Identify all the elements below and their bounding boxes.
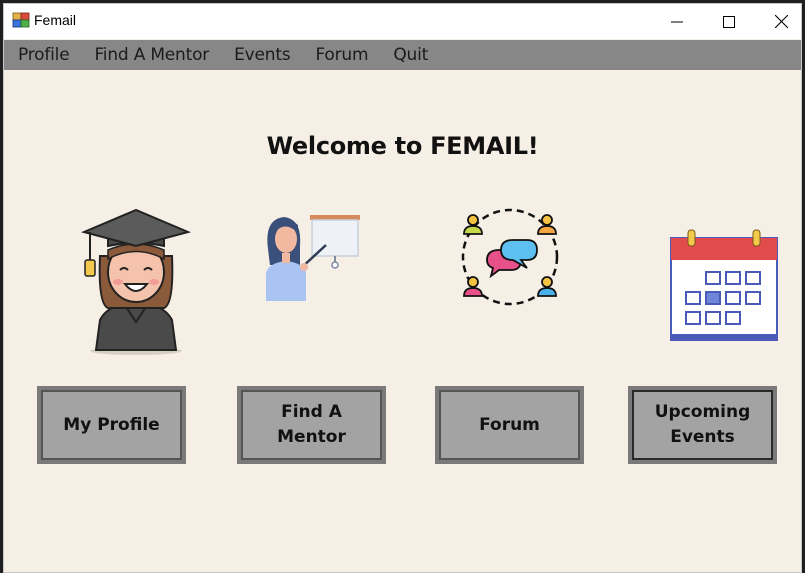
upcoming-events-label: Upcoming Events — [632, 390, 773, 460]
menu-item-profile[interactable]: Profile — [18, 45, 70, 65]
maximize-icon — [723, 15, 735, 28]
find-a-mentor-button[interactable]: Find A Mentor — [237, 386, 386, 464]
title-bar[interactable]: Femail — [4, 4, 801, 39]
menu-bar: Profile Find A Mentor Events Forum Quit — [4, 40, 801, 70]
calendar-icon — [670, 229, 778, 341]
minimize-icon — [671, 21, 683, 22]
app-window: Femail Profile Find A Mentor Events Foru… — [3, 3, 802, 573]
forum-label: Forum — [439, 390, 580, 460]
close-icon — [774, 15, 788, 28]
window-title: Femail — [34, 12, 77, 28]
graduate-icon — [80, 208, 192, 355]
upcoming-events-button[interactable]: Upcoming Events — [628, 386, 777, 464]
menu-item-quit[interactable]: Quit — [393, 45, 428, 65]
menu-item-find-a-mentor[interactable]: Find A Mentor — [94, 45, 209, 65]
minimize-button[interactable] — [652, 4, 702, 39]
forum-button[interactable]: Forum — [435, 386, 584, 464]
community-chat-icon — [461, 208, 559, 306]
app-icon — [12, 12, 30, 28]
my-profile-label: My Profile — [41, 390, 182, 460]
my-profile-button[interactable]: My Profile — [37, 386, 186, 464]
teacher-whiteboard-icon — [266, 215, 360, 301]
menu-item-forum[interactable]: Forum — [315, 45, 368, 65]
find-a-mentor-label: Find A Mentor — [241, 390, 382, 460]
menu-item-events[interactable]: Events — [234, 45, 291, 65]
welcome-heading: Welcome to FEMAIL! — [266, 132, 539, 160]
close-button[interactable] — [756, 4, 801, 39]
maximize-button[interactable] — [704, 4, 754, 39]
